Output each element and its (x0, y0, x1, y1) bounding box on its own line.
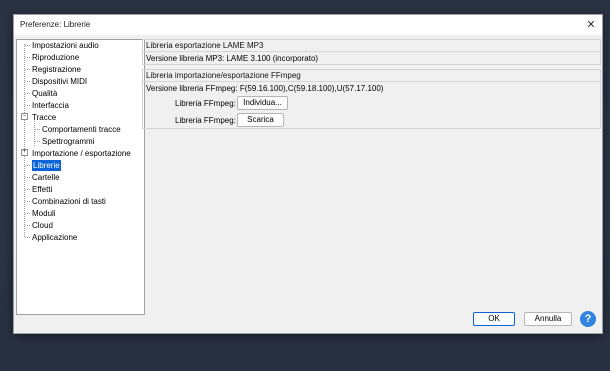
tree-item-registrazione[interactable]: Registrazione (32, 64, 81, 75)
window-title: Preferenze: Librerie (20, 20, 91, 29)
tree-connector-line (25, 177, 30, 178)
preferences-dialog: Preferenze: Librerie ✕ Impostazioni audi… (13, 14, 603, 334)
tree-connector-line (35, 129, 40, 130)
tree-item-dispositivi-midi[interactable]: Dispositivi MIDI (32, 76, 87, 87)
help-icon[interactable]: ? (580, 311, 596, 327)
ok-button[interactable]: OK (473, 312, 515, 326)
tree-connector-line (25, 165, 30, 166)
ffmpeg-locate-label: Libreria FFmpeg: (175, 99, 236, 108)
tree-item-cloud[interactable]: Cloud (32, 220, 53, 231)
tree-item-cartelle[interactable]: Cartelle (32, 172, 60, 183)
tree-connector-line (34, 121, 35, 146)
tree-connector-line (25, 45, 30, 46)
tree-item-importazione-esportazione[interactable]: Importazione / esportazione (32, 148, 131, 159)
tree-item-effetti[interactable]: Effetti (32, 184, 52, 195)
tree-connector-line (25, 93, 30, 94)
tree-connector-line (25, 105, 30, 106)
group-divider (143, 51, 600, 52)
tree-item-qualita[interactable]: Qualità (32, 88, 57, 99)
tree-item-combinazioni-di-tasti[interactable]: Combinazioni di tasti (32, 196, 106, 207)
ffmpeg-library-group: Libreria importazione/esportazione FFmpe… (142, 69, 601, 129)
tree-item-comportamenti-tracce[interactable]: Comportamenti tracce (42, 124, 121, 135)
locate-ffmpeg-button[interactable]: Individua... (237, 96, 288, 110)
category-tree[interactable]: Impostazioni audio Riproduzione Registra… (16, 39, 145, 315)
tree-connector-line (25, 69, 30, 70)
tree-connector-line (25, 57, 30, 58)
tree-connector-line (25, 237, 30, 238)
tree-connector-line (25, 189, 30, 190)
tree-item-librerie[interactable]: Librerie (32, 160, 61, 171)
tree-item-tracce[interactable]: Tracce (32, 112, 56, 123)
lame-version-text: Versione libreria MP3: LAME 3.100 (incor… (146, 54, 319, 63)
cancel-button[interactable]: Annulla (524, 312, 572, 326)
lame-group-title: Libreria esportazione LAME MP3 (146, 41, 264, 50)
download-ffmpeg-button[interactable]: Scarica (237, 113, 284, 127)
collapse-icon[interactable]: − (21, 113, 28, 120)
tree-connector-line (25, 213, 30, 214)
tree-item-riproduzione[interactable]: Riproduzione (32, 52, 79, 63)
tree-item-interfaccia[interactable]: Interfaccia (32, 100, 69, 111)
expand-icon[interactable]: + (21, 149, 28, 156)
lame-library-group: Libreria esportazione LAME MP3 Versione … (142, 39, 601, 65)
tree-item-spettrogrammi[interactable]: Spettrogrammi (42, 136, 94, 147)
ffmpeg-download-label: Libreria FFmpeg: (175, 116, 236, 125)
tree-connector-line (35, 141, 40, 142)
tree-item-impostazioni-audio[interactable]: Impostazioni audio (32, 40, 99, 51)
tree-connector-line (25, 225, 30, 226)
ffmpeg-version-text: Versione libreria FFmpeg: F(59.16.100),C… (146, 84, 384, 93)
tree-connector-line (25, 201, 30, 202)
ffmpeg-group-title: Libreria importazione/esportazione FFmpe… (146, 71, 301, 80)
title-bar[interactable]: Preferenze: Librerie ✕ (14, 15, 602, 35)
group-divider (143, 81, 600, 82)
tree-item-moduli[interactable]: Moduli (32, 208, 56, 219)
close-icon[interactable]: ✕ (584, 18, 598, 32)
tree-connector-line (25, 81, 30, 82)
tree-item-applicazione[interactable]: Applicazione (32, 232, 77, 243)
tree-connector-line (24, 44, 25, 237)
